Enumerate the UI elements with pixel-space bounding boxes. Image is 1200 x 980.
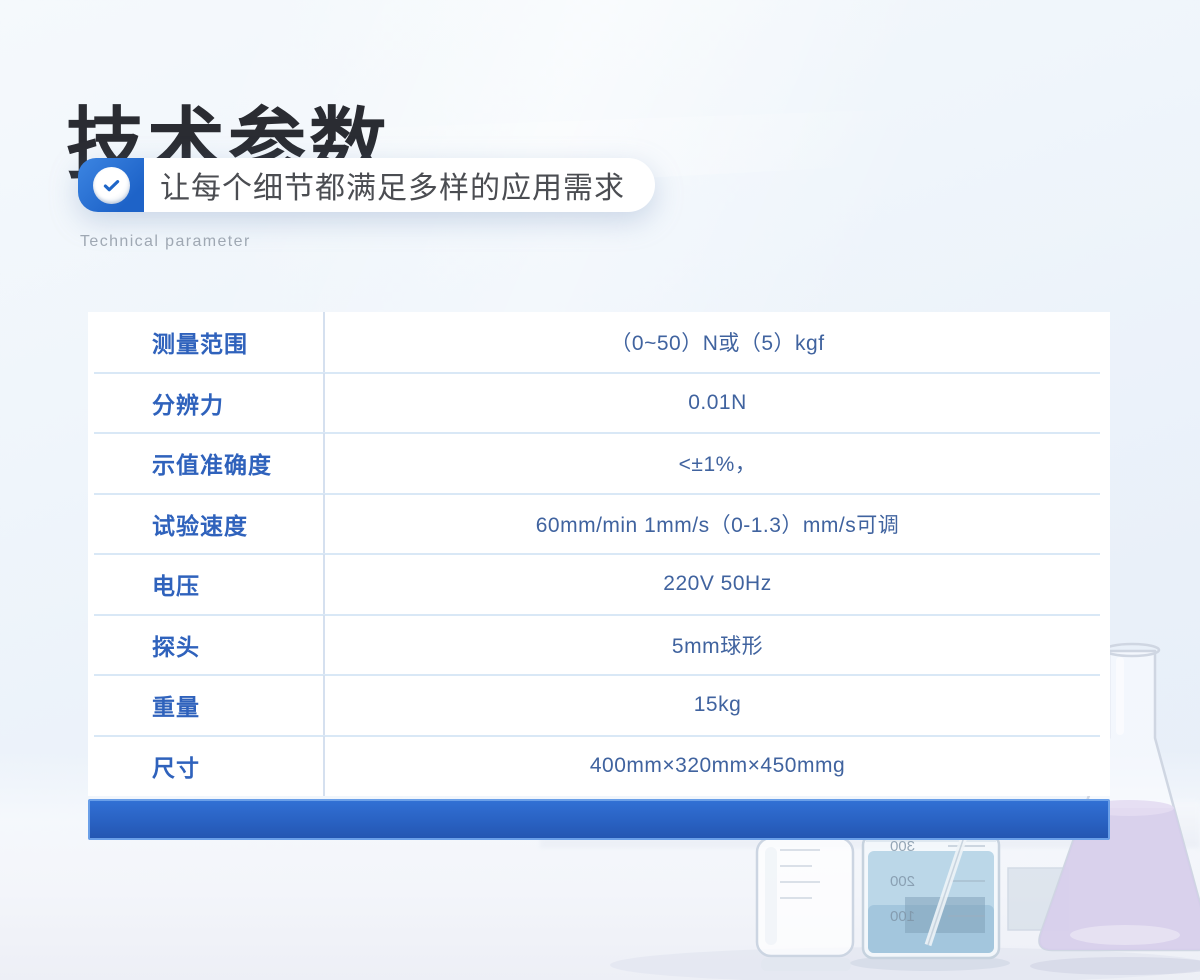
spec-label: 示值准确度 xyxy=(88,433,325,494)
accent-bar xyxy=(88,799,1110,840)
spec-value: 220V 50Hz xyxy=(325,554,1110,615)
spec-label: 重量 xyxy=(88,675,325,736)
table-row: 试验速度 60mm/min 1mm/s（0-1.3）mm/s可调 xyxy=(88,494,1110,555)
spec-label: 尺寸 xyxy=(88,736,325,797)
spec-value: <±1%， xyxy=(325,433,1110,494)
feature-badge: 让每个细节都满足多样的应用需求 xyxy=(78,158,655,212)
floor-sheen xyxy=(610,947,1200,980)
spec-label: 电压 xyxy=(88,554,325,615)
table-row: 测量范围 （0~50）N或（5）kgf xyxy=(88,312,1110,373)
table-row: 重量 15kg xyxy=(88,675,1110,736)
spec-value: 60mm/min 1mm/s（0-1.3）mm/s可调 xyxy=(325,494,1110,555)
spec-value: 400mm×320mm×450mmg xyxy=(325,736,1110,797)
table-row: 尺寸 400mm×320mm×450mmg xyxy=(88,736,1110,797)
beaker-scale-label: 200 xyxy=(890,873,915,890)
table-row: 电压 220V 50Hz xyxy=(88,554,1110,615)
table-row: 探头 5mm球形 xyxy=(88,615,1110,676)
subtitle-en: Technical parameter xyxy=(80,233,251,251)
table-row: 示值准确度 <±1%， xyxy=(88,433,1110,494)
flask-reflection xyxy=(1030,957,1200,975)
check-circle-icon xyxy=(93,167,130,204)
spec-label: 试验速度 xyxy=(88,494,325,555)
badge-text: 让每个细节都满足多样的应用需求 xyxy=(144,158,655,212)
spec-table: 测量范围 （0~50）N或（5）kgf 分辨力 0.01N 示值准确度 <±1%… xyxy=(88,312,1110,796)
beaker-scale-label: 300 xyxy=(890,838,915,855)
beaker-scale-label: 100 xyxy=(890,908,915,925)
beaker-reflection xyxy=(850,955,1010,971)
spec-value: 15kg xyxy=(325,675,1110,736)
graduated-cylinder-icon xyxy=(757,838,853,971)
checkmark-icon xyxy=(101,175,122,196)
spec-value: （0~50）N或（5）kgf xyxy=(325,312,1110,373)
table-row: 分辨力 0.01N xyxy=(88,373,1110,434)
glass-block xyxy=(1008,868,1068,930)
spec-label: 分辨力 xyxy=(88,373,325,434)
spec-label: 测量范围 xyxy=(88,312,325,373)
spec-value: 5mm球形 xyxy=(325,615,1110,676)
badge-accent-square xyxy=(78,158,144,212)
spec-value: 0.01N xyxy=(325,373,1110,434)
spec-label: 探头 xyxy=(88,615,325,676)
